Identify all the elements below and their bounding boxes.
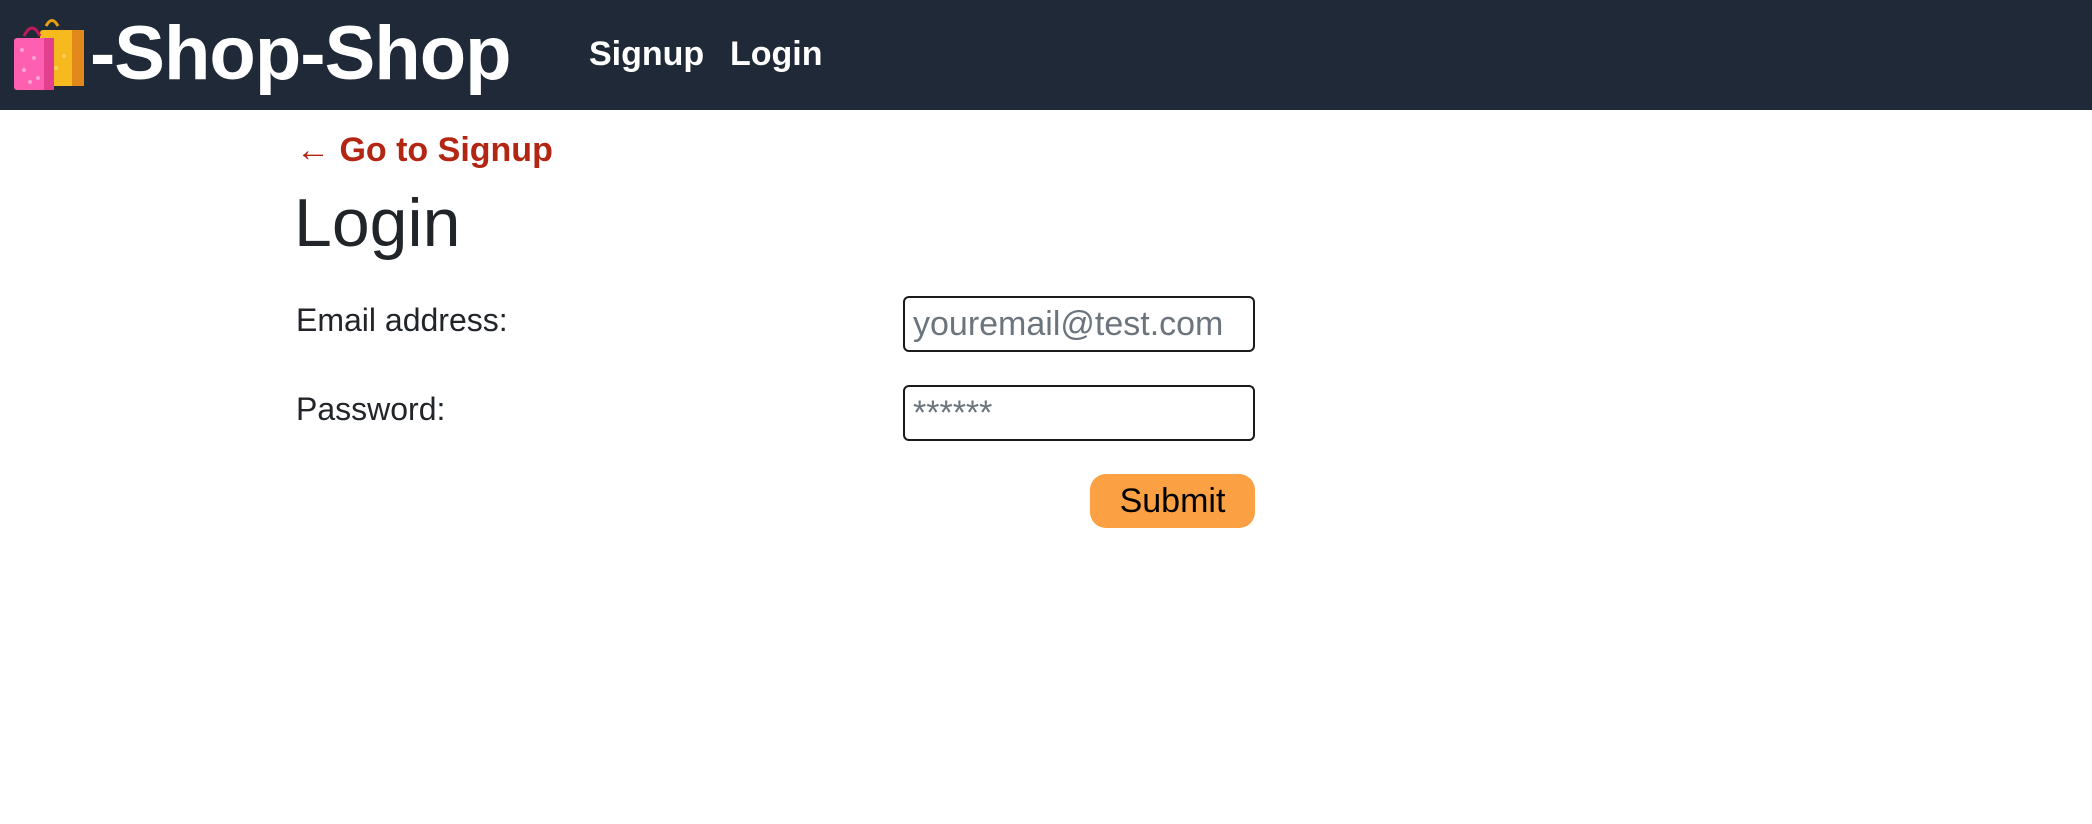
brand-logo[interactable]: -Shop-Shop [12,4,512,104]
submit-button[interactable]: Submit [1090,474,1255,528]
go-to-signup-link[interactable]: ← Go to Signup [296,126,553,174]
nav-link-signup[interactable]: Signup [589,30,704,78]
email-input[interactable] [903,296,1255,352]
password-input[interactable] [903,385,1255,441]
navbar: -Shop-Shop Signup Login [0,0,2092,110]
email-label: Email address: [296,302,508,338]
nav-link-login[interactable]: Login [730,30,823,78]
page-title: Login [294,185,461,261]
password-label: Password: [296,391,446,427]
shopping-bags-icon [12,16,88,92]
brand-name: -Shop-Shop [90,11,512,96]
